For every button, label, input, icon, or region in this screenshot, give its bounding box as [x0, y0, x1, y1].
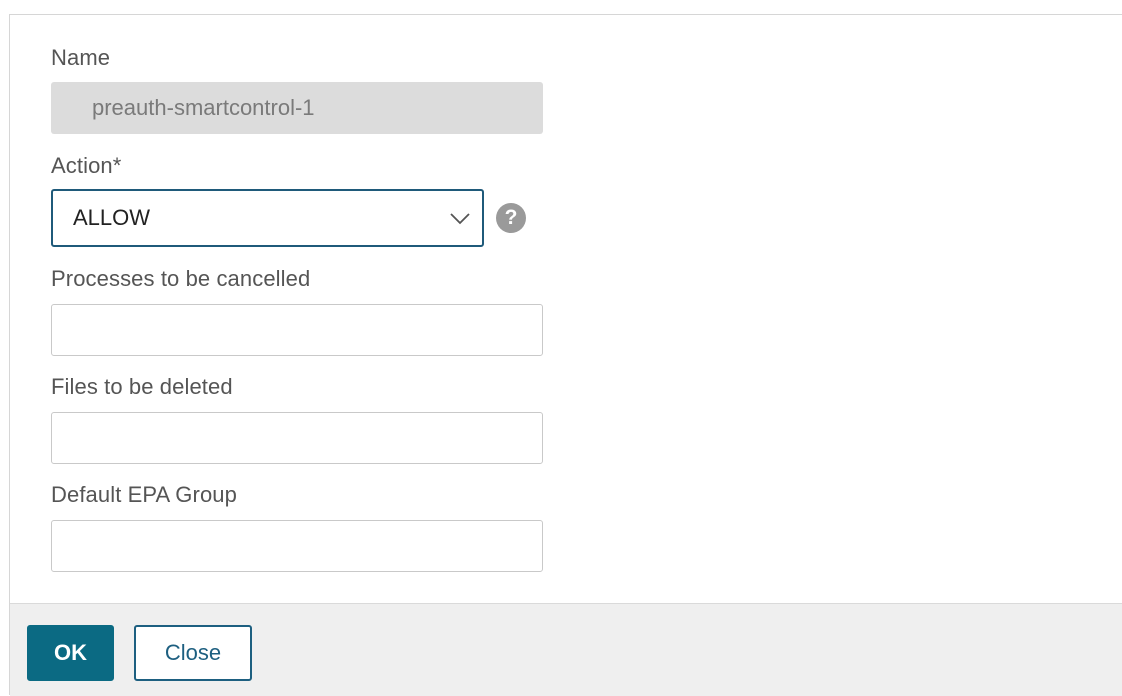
- chevron-down-icon: [450, 213, 470, 225]
- dialog-footer: OK Close: [10, 603, 1122, 696]
- name-label: Name: [51, 45, 111, 70]
- action-selected-value: ALLOW: [73, 205, 151, 230]
- action-select[interactable]: ALLOW: [51, 189, 484, 247]
- name-field: preauth-smartcontrol-1: [51, 82, 543, 134]
- ok-button[interactable]: OK: [27, 625, 114, 681]
- files-input[interactable]: [51, 412, 543, 464]
- action-label: Action*: [51, 153, 122, 178]
- files-label: Files to be deleted: [51, 374, 233, 399]
- policy-dialog: Name preauth-smartcontrol-1 Action* ALLO…: [9, 14, 1122, 696]
- processes-input[interactable]: [51, 304, 543, 356]
- epa-group-input[interactable]: [51, 520, 543, 572]
- processes-label: Processes to be cancelled: [51, 266, 311, 291]
- help-icon[interactable]: ?: [496, 203, 526, 233]
- name-value: preauth-smartcontrol-1: [92, 95, 315, 120]
- epa-group-label: Default EPA Group: [51, 482, 237, 507]
- close-button[interactable]: Close: [134, 625, 252, 681]
